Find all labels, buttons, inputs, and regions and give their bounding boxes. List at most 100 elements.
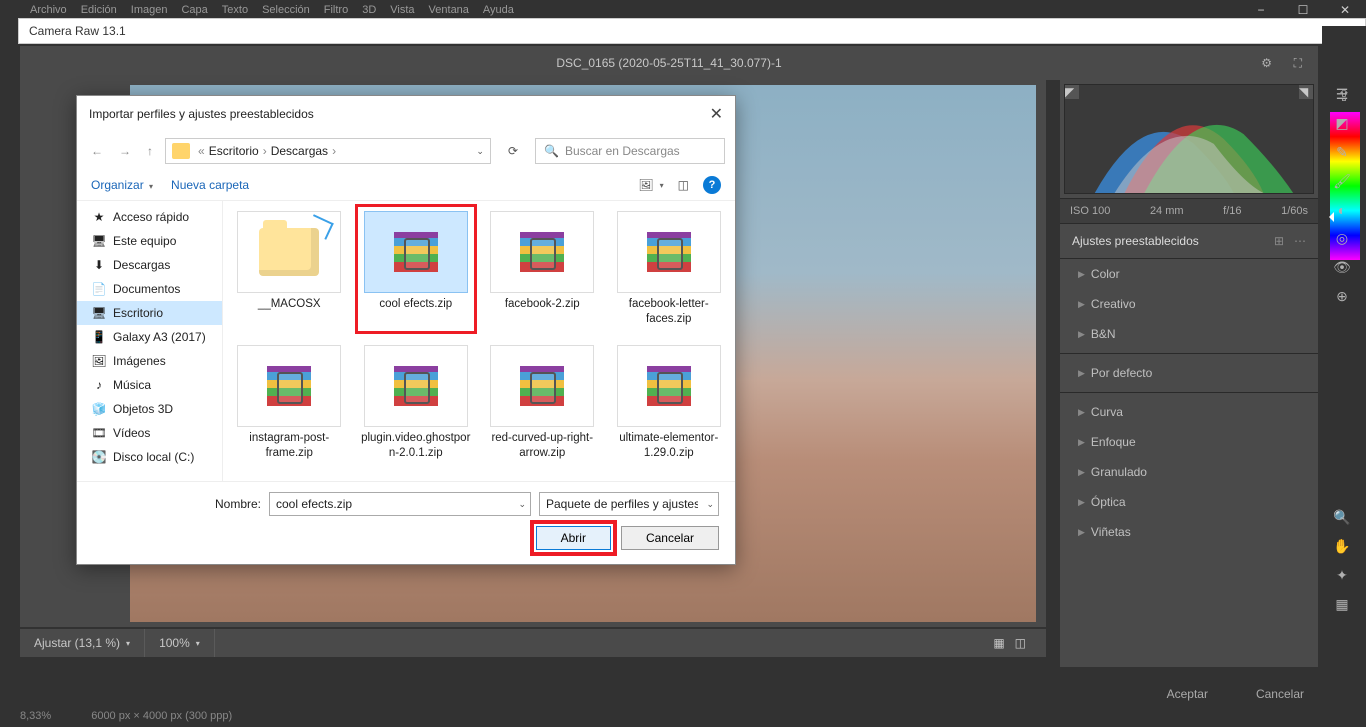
preset-group-curve[interactable]: ▶Curva bbox=[1060, 397, 1318, 427]
sidebar-item[interactable]: ⬇Descargas bbox=[77, 253, 222, 277]
filetype-filter[interactable]: Paquete de perfiles y ajustes pre⌄ bbox=[539, 492, 719, 516]
sidebar-item[interactable]: 🖼Imágenes bbox=[77, 349, 222, 373]
nav-back-icon[interactable]: ← bbox=[87, 140, 107, 162]
menu-window[interactable]: Ventana bbox=[429, 4, 469, 16]
sidebar-item[interactable]: 🖥Este equipo bbox=[77, 229, 222, 253]
preset-group-bn[interactable]: ▶B&N bbox=[1060, 319, 1318, 349]
sidebar-item[interactable]: ♪Música bbox=[77, 373, 222, 397]
zoom-icon[interactable]: 🔍 bbox=[1333, 509, 1350, 526]
organize-dropdown[interactable]: Organizar ▾ bbox=[91, 178, 153, 192]
presets-header-label: Ajustes preestablecidos bbox=[1072, 234, 1199, 248]
histogram-clip-right-icon[interactable]: ◥ bbox=[1299, 85, 1313, 99]
exif-focal: 24 mm bbox=[1150, 205, 1184, 217]
menu-edit[interactable]: Edición bbox=[81, 4, 117, 16]
histogram-clip-left-icon[interactable]: ◤ bbox=[1065, 85, 1079, 99]
presets-header[interactable]: Ajustes preestablecidos ⊞ ⋯ bbox=[1060, 224, 1318, 259]
dialog-cancel-button[interactable]: Cancelar bbox=[621, 526, 719, 550]
disk-icon: 💽 bbox=[91, 450, 107, 464]
fullscreen-icon[interactable]: ⛶ bbox=[1294, 56, 1302, 71]
grid-icon[interactable]: ▦ bbox=[1335, 596, 1348, 613]
document-title: DSC_0165 (2020-05-25T11_41_30.077)-1 bbox=[556, 56, 781, 70]
gradient-icon[interactable]: ◐ bbox=[1338, 202, 1346, 218]
help-icon[interactable]: ? bbox=[703, 176, 721, 194]
preset-group-optics[interactable]: ▶Óptica bbox=[1060, 487, 1318, 517]
preset-group-focus[interactable]: ▶Enfoque bbox=[1060, 427, 1318, 457]
close-window-button[interactable]: ✕ bbox=[1324, 0, 1366, 20]
sidebar-item[interactable]: 📄Documentos bbox=[77, 277, 222, 301]
file-item[interactable]: facebook-2.zip bbox=[482, 205, 603, 333]
left-toolbar bbox=[0, 80, 18, 667]
sidebar-item-label: Acceso rápido bbox=[113, 210, 189, 224]
archive-icon bbox=[267, 366, 311, 406]
sidebar-item[interactable]: 📱Galaxy A3 (2017) bbox=[77, 325, 222, 349]
compare-icon[interactable]: ◫ bbox=[1015, 636, 1026, 650]
file-item[interactable]: cool efects.zip bbox=[356, 205, 477, 333]
filename-input[interactable]: cool efects.zip⌄ bbox=[269, 492, 531, 516]
sliders-icon[interactable]: ☰ bbox=[1336, 86, 1349, 103]
menu-3d[interactable]: 3D bbox=[362, 4, 376, 16]
fit-dropdown[interactable]: Ajustar (13,1 %)▾ bbox=[20, 629, 145, 657]
dialog-title: Importar perfiles y ajustes preestableci… bbox=[89, 107, 314, 121]
minimize-button[interactable]: − bbox=[1240, 0, 1282, 20]
menu-file[interactable]: Archivo bbox=[30, 4, 67, 16]
menu-filter[interactable]: Filtro bbox=[324, 4, 348, 16]
hand-icon[interactable]: ✋ bbox=[1333, 538, 1350, 555]
filmstrip-icon[interactable]: ▦ bbox=[993, 636, 1004, 650]
menu-help[interactable]: Ayuda bbox=[483, 4, 514, 16]
archive-icon bbox=[647, 232, 691, 272]
open-button[interactable]: Abrir bbox=[536, 526, 611, 550]
maximize-button[interactable]: ☐ bbox=[1282, 0, 1324, 20]
cancel-button[interactable]: Cancelar bbox=[1242, 681, 1318, 707]
view-mode-dropdown[interactable]: 🖼 ▾ bbox=[638, 178, 663, 192]
folder-icon bbox=[259, 228, 319, 276]
presets-add-icon[interactable]: ⊞ bbox=[1274, 234, 1284, 248]
breadcrumb-bar[interactable]: « Escritorio › Descargas › ⌄ bbox=[165, 138, 491, 164]
file-item[interactable]: instagram-post-frame.zip bbox=[229, 339, 350, 467]
crumb-downloads[interactable]: Descargas bbox=[271, 144, 328, 158]
preset-group-grain[interactable]: ▶Granulado bbox=[1060, 457, 1318, 487]
file-label: facebook-letter-faces.zip bbox=[614, 297, 724, 327]
menu-selection[interactable]: Selección bbox=[262, 4, 310, 16]
file-item[interactable]: ultimate-elementor-1.29.0.zip bbox=[609, 339, 730, 467]
preset-group-creative[interactable]: ▶Creativo bbox=[1060, 289, 1318, 319]
dialog-close-icon[interactable]: ✕ bbox=[710, 104, 723, 124]
sidebar-item[interactable]: 🖥Escritorio bbox=[77, 301, 222, 325]
search-input[interactable]: 🔍 Buscar en Descargas bbox=[535, 138, 725, 164]
presets-more-icon[interactable]: ⋯ bbox=[1294, 234, 1306, 248]
nav-up-icon[interactable]: ↑ bbox=[143, 140, 157, 162]
preset-group-default[interactable]: ▶Por defecto bbox=[1060, 358, 1318, 388]
file-item[interactable]: facebook-letter-faces.zip bbox=[609, 205, 730, 333]
sidebar-item[interactable]: 🎞Vídeos bbox=[77, 421, 222, 445]
sidebar-item[interactable]: 🧊Objetos 3D bbox=[77, 397, 222, 421]
menu-view[interactable]: Vista bbox=[390, 4, 414, 16]
sidebar-item[interactable]: ★Acceso rápido bbox=[77, 205, 222, 229]
file-item[interactable]: __MACOSX bbox=[229, 205, 350, 333]
brush-icon[interactable]: 🖌 bbox=[1333, 173, 1351, 190]
crop-icon[interactable]: ◩ bbox=[1335, 115, 1348, 132]
preview-pane-toggle[interactable]: ◫ bbox=[678, 178, 689, 192]
file-item[interactable]: red-curved-up-right-arrow.zip bbox=[482, 339, 603, 467]
target-icon[interactable]: ⊕ bbox=[1336, 288, 1348, 305]
sidebar-item-label: Vídeos bbox=[113, 426, 150, 440]
file-item[interactable]: plugin.video.ghostporn-2.0.1.zip bbox=[356, 339, 477, 467]
refresh-icon[interactable]: ⟳ bbox=[499, 139, 527, 163]
radial-icon[interactable]: ◎ bbox=[1336, 230, 1348, 247]
status-bar: 8,33% 6000 px × 4000 px (300 ppp) bbox=[20, 705, 232, 727]
crumb-desktop[interactable]: Escritorio bbox=[209, 144, 259, 158]
menu-text[interactable]: Texto bbox=[222, 4, 248, 16]
file-grid: __MACOSXcool efects.zipfacebook-2.zip fac… bbox=[223, 201, 735, 481]
menu-layer[interactable]: Capa bbox=[181, 4, 207, 16]
redeye-icon[interactable]: 👁 bbox=[1333, 259, 1351, 276]
nav-forward-icon[interactable]: → bbox=[115, 140, 135, 162]
preset-group-color[interactable]: ▶Color bbox=[1060, 259, 1318, 289]
viewer-footer: Ajustar (13,1 %)▾ 100%▾ ▦ ◫ bbox=[20, 629, 1046, 657]
menu-image[interactable]: Imagen bbox=[131, 4, 168, 16]
sparkle-icon[interactable]: ✦ bbox=[1336, 567, 1348, 584]
zoom-dropdown[interactable]: 100%▾ bbox=[145, 629, 215, 657]
accept-button[interactable]: Aceptar bbox=[1153, 681, 1222, 707]
heal-icon[interactable]: ✎ bbox=[1336, 144, 1348, 161]
new-folder-link[interactable]: Nueva carpeta bbox=[171, 178, 249, 192]
gear-icon[interactable]: ⚙ bbox=[1261, 56, 1272, 70]
sidebar-item[interactable]: 💽Disco local (C:) bbox=[77, 445, 222, 469]
preset-group-vignette[interactable]: ▶Viñetas bbox=[1060, 517, 1318, 547]
